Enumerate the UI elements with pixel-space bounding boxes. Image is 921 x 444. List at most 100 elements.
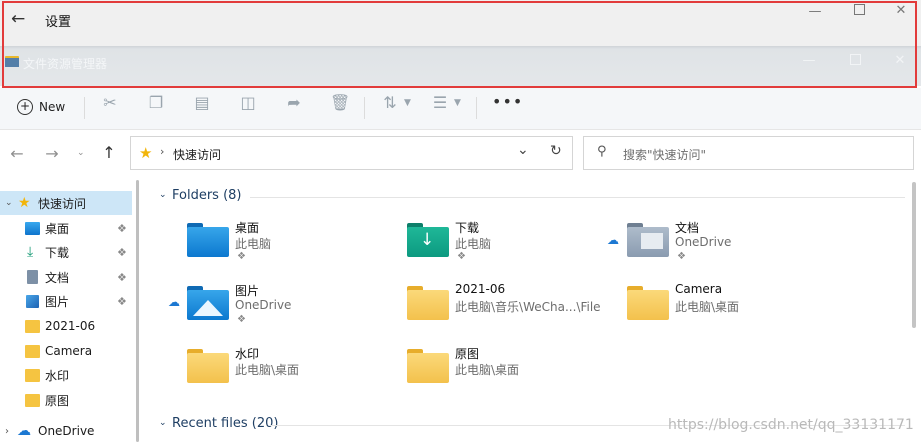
copy-icon[interactable]: ❐ <box>146 94 166 112</box>
view-icon[interactable]: ☰ <box>430 94 450 112</box>
close-button[interactable]: ✕ <box>894 4 908 18</box>
expand-chevron-icon[interactable]: › <box>5 426 9 437</box>
navigation-row: ← → ⌄ ↑ ★ › 快速访问 ⌄ ↻ ⚲ 搜索"快速访问" <box>0 130 921 178</box>
expand-chevron-icon[interactable]: ⌄ <box>5 198 13 208</box>
folders-group-header[interactable]: Folders (8) <box>172 188 242 203</box>
sidebar-item-label: 桌面 <box>45 221 70 236</box>
star-icon: ★ <box>18 195 31 211</box>
command-bar: + New ✂ ❐ ▤ ◫ ➦ 🗑 ⇅ ▼ ☰ ▼ ••• <box>0 88 921 130</box>
sidebar-item-label: 下载 <box>45 245 70 260</box>
sidebar-item-camera[interactable]: Camera <box>0 339 132 363</box>
up-icon[interactable]: ↑ <box>99 143 119 162</box>
refresh-icon[interactable]: ↻ <box>550 143 562 159</box>
search-placeholder: 搜索"快速访问" <box>623 148 707 162</box>
group-collapse-chevron-icon[interactable]: ⌄ <box>159 190 167 200</box>
folder-icon <box>25 319 40 333</box>
minimize-button[interactable]: — <box>808 5 822 19</box>
folder-location: 此电脑\音乐\WeCha...\File <box>455 300 601 314</box>
sort-icon[interactable]: ⇅ <box>380 94 400 112</box>
explorer-title: 文件资源管理器 <box>23 57 108 71</box>
rename-icon[interactable]: ◫ <box>238 94 258 112</box>
file-explorer-icon <box>5 56 19 67</box>
folder-name[interactable]: 下载 <box>455 219 479 236</box>
content-pane: ⌄ Folders (8) 桌面 此电脑 ❖ ↓ 下载 此电脑 ❖ ☁ 文档 O… <box>144 178 921 444</box>
folder-name[interactable]: 桌面 <box>235 219 259 236</box>
download-arrow-icon: ↓ <box>420 230 435 250</box>
group-divider <box>250 197 905 198</box>
pictures-folder-icon[interactable] <box>187 286 229 320</box>
content-scrollbar[interactable] <box>912 182 916 328</box>
paste-icon[interactable]: ▤ <box>192 94 212 112</box>
sidebar-item-label: OneDrive <box>38 424 95 438</box>
pin-icon: ❖ <box>677 251 686 262</box>
pin-icon: ❖ <box>117 294 127 308</box>
sidebar-item-quick-access[interactable]: ⌄ ★ 快速访问 <box>0 191 132 215</box>
sidebar-item-documents[interactable]: 文档 ❖ <box>0 265 132 289</box>
folder-name[interactable]: Camera <box>675 282 722 296</box>
document-page-icon <box>641 233 663 249</box>
folder-location: 此电脑 <box>455 237 492 251</box>
folder-icon[interactable] <box>627 286 669 320</box>
cloud-icon: ☁ <box>168 295 180 309</box>
recent-files-group-header[interactable]: Recent files (20) <box>172 416 278 431</box>
pin-icon: ❖ <box>457 251 466 262</box>
cut-icon[interactable]: ✂ <box>100 94 120 112</box>
pin-icon: ❖ <box>117 270 127 284</box>
sidebar-item-downloads[interactable]: ⤓ 下载 ❖ <box>0 240 132 264</box>
sidebar-item-watermark[interactable]: 水印 <box>0 363 132 387</box>
sidebar-item-label: 快速访问 <box>38 196 87 211</box>
desktop-folder-icon[interactable] <box>187 223 229 257</box>
folder-name[interactable]: 原图 <box>455 345 479 362</box>
share-icon[interactable]: ➦ <box>284 94 304 112</box>
sidebar-item-original[interactable]: 原图 <box>0 388 132 412</box>
delete-icon[interactable]: 🗑 <box>330 94 350 112</box>
cloud-icon: ☁ <box>17 423 31 439</box>
folder-icon[interactable] <box>407 349 449 383</box>
documents-folder-icon[interactable] <box>627 223 669 257</box>
new-button[interactable]: + New <box>17 95 65 119</box>
folder-name[interactable]: 文档 <box>675 219 699 236</box>
sidebar-item-desktop[interactable]: 桌面 ❖ <box>0 216 132 240</box>
sort-chevron-down-icon[interactable]: ▼ <box>404 98 411 108</box>
folder-location: 此电脑\桌面 <box>455 363 520 377</box>
breadcrumb[interactable]: 快速访问 <box>173 146 221 163</box>
forward-icon[interactable]: → <box>42 144 62 163</box>
desktop-icon <box>25 221 40 235</box>
folder-icon[interactable] <box>187 349 229 383</box>
back-arrow-icon[interactable]: ← <box>11 10 29 28</box>
address-dropdown-chevron-icon[interactable]: ⌄ <box>517 142 529 158</box>
toolbar-divider <box>84 97 85 119</box>
folder-name[interactable]: 水印 <box>235 345 259 362</box>
breadcrumb-chevron-icon: › <box>160 145 165 158</box>
recent-locations-chevron-icon[interactable]: ⌄ <box>77 148 85 158</box>
folder-location: OneDrive <box>235 298 292 312</box>
new-label: New <box>39 100 66 114</box>
group-collapse-chevron-icon[interactable]: ⌄ <box>159 418 167 428</box>
star-icon: ★ <box>139 144 153 162</box>
sidebar-item-2021-06[interactable]: 2021-06 <box>0 314 132 338</box>
folder-name[interactable]: 图片 <box>235 282 259 299</box>
download-folder-icon[interactable]: ↓ <box>407 223 449 257</box>
address-bar[interactable]: ★ › 快速访问 ⌄ ↻ <box>130 136 573 170</box>
sidebar-item-label: 原图 <box>45 393 70 408</box>
back-icon[interactable]: ← <box>7 144 27 163</box>
sidebar-item-onedrive[interactable]: › ☁ OneDrive <box>0 419 132 443</box>
sidebar-item-pictures[interactable]: 图片 ❖ <box>0 289 132 313</box>
settings-title: 设置 <box>45 15 72 30</box>
folder-icon[interactable] <box>407 286 449 320</box>
view-chevron-down-icon[interactable]: ▼ <box>454 98 461 108</box>
search-input[interactable]: ⚲ 搜索"快速访问" <box>583 136 914 170</box>
folder-icon <box>25 344 40 358</box>
explorer-maximize-button[interactable] <box>848 54 862 68</box>
explorer-title-bar: 文件资源管理器 — ✕ <box>0 46 921 86</box>
folder-location: 此电脑 <box>235 237 272 251</box>
sidebar-item-label: 文档 <box>45 270 70 285</box>
maximize-button[interactable] <box>852 4 866 18</box>
explorer-close-button[interactable]: ✕ <box>893 54 907 68</box>
folder-name[interactable]: 2021-06 <box>455 282 505 296</box>
explorer-minimize-button[interactable]: — <box>802 54 816 68</box>
cloud-icon: ☁ <box>607 233 619 247</box>
download-icon: ⤓ <box>27 244 34 260</box>
sidebar-scrollbar[interactable] <box>136 180 139 442</box>
more-options-icon[interactable]: ••• <box>492 92 523 111</box>
